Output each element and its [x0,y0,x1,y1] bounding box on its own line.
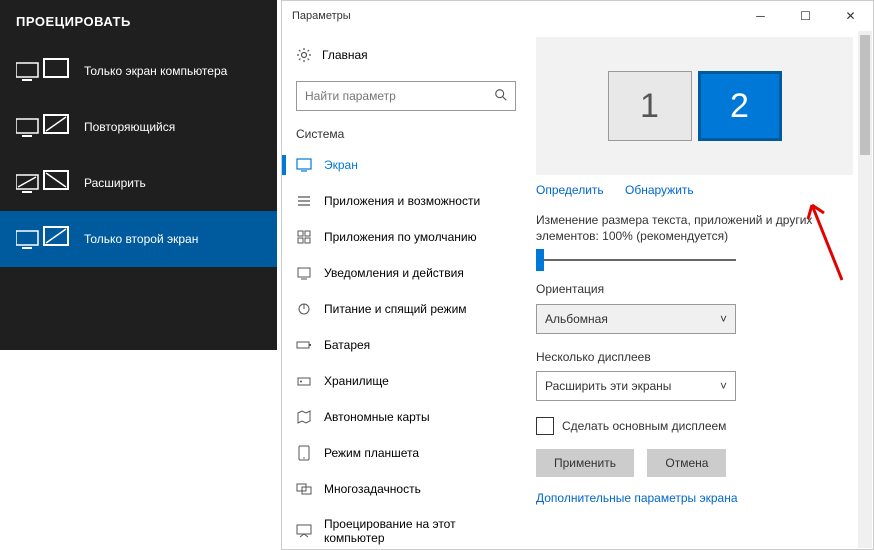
monitor-2[interactable]: 2 [698,71,782,141]
battery-icon [296,337,312,353]
project-flyout: ПРОЕЦИРОВАТЬ Только экран компьютера Пов… [0,0,277,350]
advanced-link[interactable]: Дополнительные параметры экрана [536,491,835,505]
titlebar: Параметры ─ ☐ ✕ [282,1,873,31]
monitor-1[interactable]: 1 [608,71,692,141]
project-item-label: Только экран компьютера [84,64,227,78]
search-box [296,81,516,111]
project-item-label: Только второй экран [84,232,198,246]
identify-link[interactable]: Определить [536,183,604,197]
project-item-pc-only[interactable]: Только экран компьютера [0,43,277,99]
nav-item-label: Проецирование на этот компьютер [324,517,516,545]
notifications-icon [296,265,312,281]
multitasking-icon [296,481,312,497]
project-title: ПРОЕЦИРОВАТЬ [0,0,277,43]
nav-item-storage[interactable]: Хранилище [282,363,530,399]
pc-screen-only-icon [16,57,70,85]
nav-item-power[interactable]: Питание и спящий режим [282,291,530,327]
orientation-label: Ориентация [536,282,853,298]
project-item-label: Повторяющийся [84,120,175,134]
checkbox-box [536,417,554,435]
project-item-label: Расширить [84,176,146,190]
nav-home-label: Главная [322,48,368,62]
window-controls: ─ ☐ ✕ [738,1,873,31]
project-item-duplicate[interactable]: Повторяющийся [0,99,277,155]
nav-item-label: Батарея [324,338,370,352]
nav-home[interactable]: Главная [282,39,530,71]
make-main-checkbox[interactable]: Сделать основным дисплеем [536,417,853,435]
multiple-dropdown[interactable]: Расширить эти экраны ˅ [536,371,736,401]
minimize-button[interactable]: ─ [738,1,783,31]
maximize-button[interactable]: ☐ [783,1,828,31]
project-item-extend[interactable]: Расширить [0,155,277,211]
nav-item-tablet[interactable]: Режим планшета [282,435,530,471]
extend-icon [16,169,70,197]
scrollbar[interactable] [858,31,872,548]
nav-item-label: Экран [324,158,358,172]
content-area: 1 2 Определить Обнаружить Изменение разм… [530,31,873,549]
gear-icon [296,47,312,63]
detect-link[interactable]: Обнаружить [625,183,694,197]
nav-item-label: Автономные карты [324,410,430,424]
nav-section-label: Система [282,121,530,147]
nav-item-label: Приложения по умолчанию [324,230,477,244]
scale-label: Изменение размера текста, приложений и д… [536,213,853,244]
duplicate-icon [16,113,70,141]
nav-item-apps[interactable]: Приложения и возможности [282,183,530,219]
second-screen-only-icon [16,225,70,253]
orientation-dropdown[interactable]: Альбомная ˅ [536,304,736,334]
close-button[interactable]: ✕ [828,1,873,31]
nav-item-projecting[interactable]: Проецирование на этот компьютер [282,507,530,549]
nav-item-label: Многозадачность [324,482,421,496]
tablet-icon [296,445,312,461]
project-item-second-only[interactable]: Только второй экран [0,211,277,267]
search-icon [494,88,508,102]
nav-item-label: Хранилище [324,374,389,388]
nav-item-label: Режим планшета [324,446,419,460]
nav-item-maps[interactable]: Автономные карты [282,399,530,435]
scrollbar-thumb[interactable] [860,35,870,155]
nav-item-label: Питание и спящий режим [324,302,467,316]
storage-icon [296,373,312,389]
chevron-down-icon: ˅ [720,312,727,326]
apps-icon [296,193,312,209]
nav-item-default-apps[interactable]: Приложения по умолчанию [282,219,530,255]
maps-icon [296,409,312,425]
power-icon [296,301,312,317]
default-apps-icon [296,229,312,245]
nav-item-label: Уведомления и действия [324,266,464,280]
nav-item-display[interactable]: Экран [282,147,530,183]
settings-window: Параметры ─ ☐ ✕ Главная Система Экран [281,0,874,550]
settings-nav: Главная Система Экран Приложения и возмо… [282,31,530,549]
cancel-button[interactable]: Отмена [647,449,726,477]
multiple-value: Расширить эти экраны [545,379,671,393]
make-main-label: Сделать основным дисплеем [562,419,726,433]
scale-slider[interactable] [536,259,736,261]
search-input[interactable] [296,81,516,111]
projecting-icon [296,523,312,539]
nav-item-multitasking[interactable]: Многозадачность [282,471,530,507]
nav-item-battery[interactable]: Батарея [282,327,530,363]
nav-item-label: Приложения и возможности [324,194,480,208]
multiple-label: Несколько дисплеев [536,350,853,366]
display-arrangement[interactable]: 1 2 [536,37,853,175]
nav-item-notifications[interactable]: Уведомления и действия [282,255,530,291]
display-icon [296,157,312,173]
window-title: Параметры [292,10,351,22]
chevron-down-icon: ˅ [720,379,727,393]
orientation-value: Альбомная [545,312,608,326]
apply-button[interactable]: Применить [536,449,634,477]
